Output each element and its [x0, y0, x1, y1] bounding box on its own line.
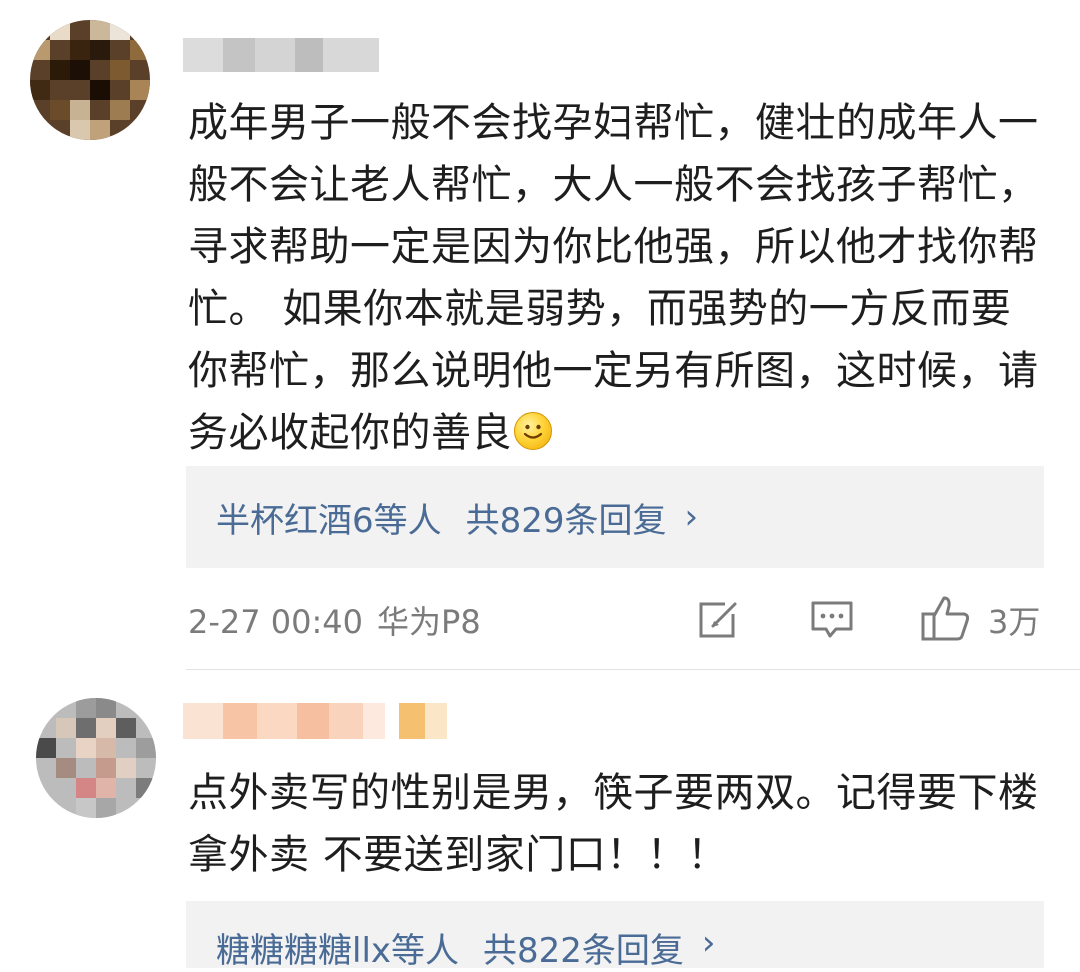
timestamp: 2-27 00:40	[188, 603, 364, 641]
replies-summary[interactable]: 半杯红酒6等人 共829条回复 ›	[186, 466, 1044, 568]
comment-text-body: 点外卖写的性别是男，筷子要两双。记得要下楼拿外卖 不要送到家门口！！！	[188, 770, 1039, 878]
comment-icon[interactable]	[808, 598, 856, 642]
replies-summary[interactable]: 糖糖糖糖llx等人 共822条回复 ›	[186, 901, 1044, 971]
comment-text-body: 成年男子一般不会找孕妇帮忙，健壮的成年人一般不会让老人帮忙，大人一般不会找孩子帮…	[188, 100, 1039, 456]
avatar[interactable]	[30, 20, 150, 140]
chevron-right-icon: ›	[684, 497, 699, 537]
comment-text: 点外卖写的性别是男，筷子要两双。记得要下楼拿外卖 不要送到家门口！！！	[188, 762, 1046, 886]
chevron-right-icon: ›	[701, 923, 716, 963]
reply-count[interactable]: 共822条回复	[483, 923, 684, 972]
username-blurred[interactable]	[183, 703, 447, 739]
reply-count[interactable]: 共829条回复	[466, 493, 667, 542]
smiley-icon	[514, 412, 552, 450]
reply-names[interactable]: 半杯红酒6等人	[216, 493, 442, 542]
share-edit-icon[interactable]	[695, 598, 741, 642]
like-count[interactable]: 3万	[988, 597, 1040, 643]
thumb-up-icon[interactable]	[920, 594, 972, 642]
comment-meta: 2-27 00:40 华为P8	[188, 597, 481, 643]
reply-names[interactable]: 糖糖糖糖llx等人	[216, 923, 459, 972]
username-blurred[interactable]	[183, 38, 379, 72]
comment-text: 成年男子一般不会找孕妇帮忙，健壮的成年人一般不会让老人帮忙，大人一般不会找孩子帮…	[188, 92, 1046, 464]
device-label: 华为P8	[377, 603, 481, 641]
avatar[interactable]	[36, 698, 156, 818]
comment-divider	[186, 669, 1080, 670]
